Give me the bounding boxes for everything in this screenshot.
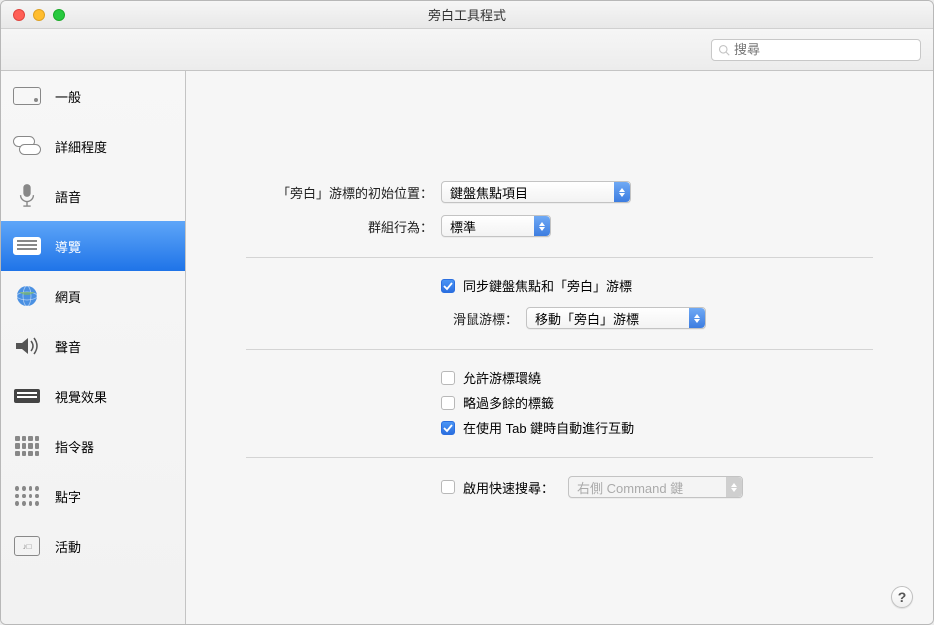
- mouse-cursor-select[interactable]: 移動「旁白」游標: [526, 307, 706, 329]
- toolbar: [1, 29, 933, 71]
- braille-icon: [11, 482, 43, 510]
- close-button[interactable]: [13, 9, 25, 21]
- checkbox-label: 允許游標環繞: [463, 368, 541, 387]
- initial-cursor-label: 「旁白」游標的初始位置：: [246, 183, 441, 202]
- sidebar-item-general[interactable]: 一般: [1, 71, 185, 121]
- search-icon: [718, 44, 730, 56]
- checkbox-label: 啟用快速搜尋：: [463, 478, 554, 497]
- sidebar-item-label: 活動: [55, 537, 81, 556]
- sidebar-item-sound[interactable]: 聲音: [1, 321, 185, 371]
- select-value: 鍵盤焦點項目: [450, 183, 528, 202]
- select-value: 標準: [450, 217, 476, 236]
- sync-cursor-checkbox-row: 同步鍵盤焦點和「旁白」游標: [441, 276, 873, 295]
- commanders-icon: [11, 432, 43, 460]
- sidebar-item-label: 聲音: [55, 337, 81, 356]
- sidebar-item-braille[interactable]: 點字: [1, 471, 185, 521]
- select-value: 移動「旁白」游標: [535, 309, 639, 328]
- sidebar-item-label: 網頁: [55, 287, 81, 306]
- content-pane: 「旁白」游標的初始位置： 鍵盤焦點項目 群組行為： 標準 同步鍵盤焦點和「旁白」…: [186, 71, 933, 624]
- globe-icon: [11, 282, 43, 310]
- zoom-button[interactable]: [53, 9, 65, 21]
- visuals-icon: [11, 382, 43, 410]
- speaker-icon: [11, 332, 43, 360]
- sidebar: 一般 詳細程度 語音 導覽 網頁 聲音: [1, 71, 186, 624]
- sidebar-item-commanders[interactable]: 指令器: [1, 421, 185, 471]
- auto-tab-checkbox-row: 在使用 Tab 鍵時自動進行互動: [441, 418, 873, 437]
- initial-cursor-select[interactable]: 鍵盤焦點項目: [441, 181, 631, 203]
- divider: [246, 457, 873, 458]
- quicknav-checkbox-row: 啟用快速搜尋：: [441, 478, 554, 497]
- sidebar-item-activities[interactable]: ♪□ 活動: [1, 521, 185, 571]
- auto-tab-checkbox[interactable]: [441, 421, 455, 435]
- minimize-button[interactable]: [33, 9, 45, 21]
- divider: [246, 349, 873, 350]
- sidebar-item-label: 點字: [55, 487, 81, 506]
- group-behavior-label: 群組行為：: [246, 217, 441, 236]
- checkbox-label: 略過多餘的標籤: [463, 393, 554, 412]
- sidebar-item-verbosity[interactable]: 詳細程度: [1, 121, 185, 171]
- group-behavior-select[interactable]: 標準: [441, 215, 551, 237]
- verbosity-icon: [11, 132, 43, 160]
- sidebar-item-label: 一般: [55, 87, 81, 106]
- sidebar-item-navigation[interactable]: 導覽: [1, 221, 185, 271]
- sidebar-item-speech[interactable]: 語音: [1, 171, 185, 221]
- activities-icon: ♪□: [11, 532, 43, 560]
- window-title: 旁白工具程式: [1, 5, 933, 24]
- divider: [246, 257, 873, 258]
- sidebar-item-label: 語音: [55, 187, 81, 206]
- allow-wrap-checkbox[interactable]: [441, 371, 455, 385]
- quicknav-checkbox[interactable]: [441, 480, 455, 494]
- sidebar-item-label: 視覺效果: [55, 387, 107, 406]
- help-button[interactable]: ?: [891, 586, 913, 608]
- mouse-cursor-label: 滑鼠游標：: [246, 309, 526, 328]
- quicknav-select[interactable]: 右側 Command 鍵: [568, 476, 743, 498]
- sidebar-item-label: 導覽: [55, 237, 81, 256]
- sidebar-item-web[interactable]: 網頁: [1, 271, 185, 321]
- select-value: 右側 Command 鍵: [577, 478, 683, 497]
- titlebar: 旁白工具程式: [1, 1, 933, 29]
- sync-cursor-checkbox[interactable]: [441, 279, 455, 293]
- navigation-icon: [11, 232, 43, 260]
- chevron-updown-icon: [689, 308, 705, 328]
- checkbox-label: 同步鍵盤焦點和「旁白」游標: [463, 276, 632, 295]
- checkbox-label: 在使用 Tab 鍵時自動進行互動: [463, 418, 634, 437]
- body: 一般 詳細程度 語音 導覽 網頁 聲音: [1, 71, 933, 624]
- chevron-updown-icon: [534, 216, 550, 236]
- window: 旁白工具程式 一般 詳細程度 語音 導覽: [0, 0, 934, 625]
- microphone-icon: [11, 182, 43, 210]
- sidebar-item-visuals[interactable]: 視覺效果: [1, 371, 185, 421]
- skip-redundant-checkbox[interactable]: [441, 396, 455, 410]
- skip-redundant-checkbox-row: 略過多餘的標籤: [441, 393, 873, 412]
- search-input[interactable]: [734, 42, 914, 57]
- allow-wrap-checkbox-row: 允許游標環繞: [441, 368, 873, 387]
- sidebar-item-label: 指令器: [55, 437, 94, 456]
- help-icon: ?: [898, 589, 907, 605]
- chevron-updown-icon: [614, 182, 630, 202]
- sidebar-item-label: 詳細程度: [55, 137, 107, 156]
- search-box[interactable]: [711, 39, 921, 61]
- traffic-lights: [13, 9, 65, 21]
- general-icon: [11, 82, 43, 110]
- chevron-updown-icon: [726, 477, 742, 497]
